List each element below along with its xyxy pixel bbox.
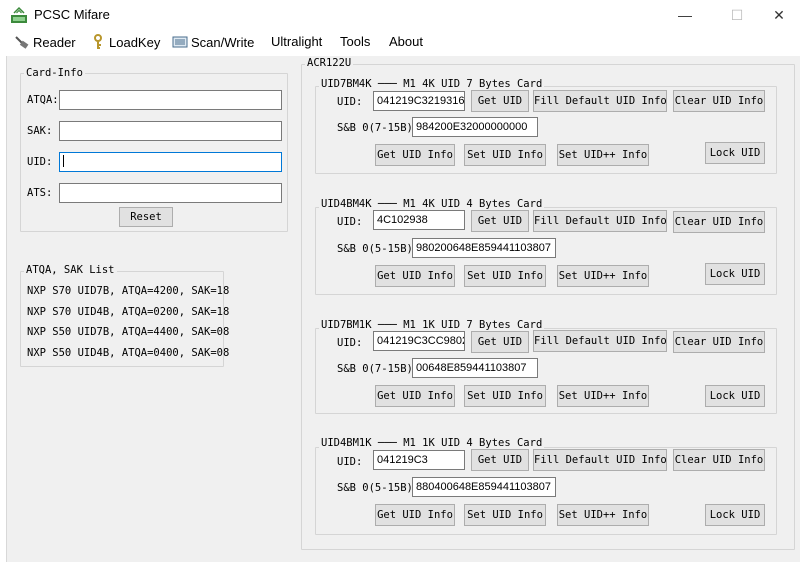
sb-input[interactable]: 880400648E859441103807 [412, 477, 556, 497]
atqa-label: ATQA: [27, 94, 59, 106]
get-uid-info-button[interactable]: Get UID Info [375, 385, 455, 407]
lock-uid-button[interactable]: Lock UID [705, 385, 765, 407]
uid-label: UID: [337, 456, 363, 468]
reader-title: ACR122U [305, 57, 354, 69]
uid7bm1k-title: UID7BM1K ─── M1 1K UID 7 Bytes Card [319, 319, 545, 331]
minimize-button[interactable]: — [662, 0, 708, 30]
uid-input[interactable]: 041219C3 [373, 450, 465, 470]
set-uid-plus-plus-info-button[interactable]: Set UID++ Info [557, 265, 649, 287]
scanner-icon [172, 36, 188, 48]
get-uid-info-button[interactable]: Get UID Info [375, 265, 455, 287]
menu-reader[interactable]: Reader [14, 34, 76, 50]
clear-uid-button[interactable]: Clear UID Info [673, 449, 765, 471]
set-uid-info-button[interactable]: Set UID Info [464, 144, 546, 166]
uid4bm1k-title: UID4BM1K ─── M1 1K UID 4 Bytes Card [319, 437, 545, 449]
menu-scan-write-label: Scan/Write [191, 35, 255, 50]
menu-about[interactable]: About [389, 34, 423, 49]
get-uid-button[interactable]: Get UID [471, 90, 529, 112]
clear-uid-button[interactable]: Clear UID Info [673, 211, 765, 233]
group-name: UID7BM4K [321, 78, 372, 90]
list-item: NXP S50 UID4B, ATQA=0400, SAK=08 [27, 347, 230, 359]
lock-uid-button[interactable]: Lock UID [705, 142, 765, 164]
uid-label: UID: [337, 96, 363, 108]
get-uid-info-button[interactable]: Get UID Info [375, 144, 455, 166]
sak-field[interactable] [59, 121, 282, 141]
sb-label: S&B 0(7-15B): [337, 122, 420, 134]
uid-label: UID: [27, 156, 53, 168]
menu-reader-label: Reader [33, 35, 76, 50]
fill-default-uid-button[interactable]: Fill Default UID Info [533, 330, 667, 352]
set-uid-plus-plus-info-button[interactable]: Set UID++ Info [557, 504, 649, 526]
uid-label: UID: [337, 337, 363, 349]
group-desc: M1 4K UID 7 Bytes Card [403, 78, 543, 90]
set-uid-plus-plus-info-button[interactable]: Set UID++ Info [557, 385, 649, 407]
list-item: NXP S50 UID7B, ATQA=4400, SAK=08 [27, 326, 230, 338]
list-item: NXP S70 UID7B, ATQA=4200, SAK=18 [27, 285, 230, 297]
menu-ultralight[interactable]: Ultralight [271, 34, 322, 49]
app-icon [11, 6, 27, 23]
sb-input[interactable]: 984200E32000000000 [412, 117, 538, 137]
lock-uid-button[interactable]: Lock UID [705, 263, 765, 285]
maximize-button[interactable]: ☐ [714, 0, 760, 30]
atqa-field[interactable] [59, 90, 282, 110]
set-uid-info-button[interactable]: Set UID Info [464, 385, 546, 407]
sb-input[interactable]: 980200648E859441103807 [412, 238, 556, 258]
group-desc: M1 1K UID 7 Bytes Card [403, 319, 543, 331]
get-uid-info-button[interactable]: Get UID Info [375, 504, 455, 526]
reader-icon [15, 36, 29, 49]
fill-default-uid-button[interactable]: Fill Default UID Info [533, 210, 667, 232]
uid-input[interactable]: 4C102938 [373, 210, 465, 230]
sak-label: SAK: [27, 125, 53, 137]
close-button[interactable]: ✕ [756, 0, 800, 30]
get-uid-button[interactable]: Get UID [471, 331, 529, 353]
uid-label: UID: [337, 216, 363, 228]
uid-input[interactable]: 041219C3219316 [373, 91, 465, 111]
text-caret [63, 155, 64, 167]
key-icon [94, 34, 102, 49]
window-title: PCSC Mifare [34, 7, 110, 22]
group-desc: M1 1K UID 4 Bytes Card [403, 437, 543, 449]
client-area: Card-Info ATQA: SAK: UID: ATS: Reset ATQ… [6, 56, 800, 562]
get-uid-button[interactable]: Get UID [471, 210, 529, 232]
group-desc: M1 4K UID 4 Bytes Card [403, 198, 543, 210]
uid-field[interactable] [59, 152, 282, 172]
list-item: NXP S70 UID4B, ATQA=0200, SAK=18 [27, 306, 230, 318]
group-name: UID7BM1K [321, 319, 372, 331]
uid4bm4k-title: UID4BM4K ─── M1 4K UID 4 Bytes Card [319, 198, 545, 210]
get-uid-button[interactable]: Get UID [471, 449, 529, 471]
uid7bm4k-title: UID7BM4K ─── M1 4K UID 7 Bytes Card [319, 78, 545, 90]
set-uid-info-button[interactable]: Set UID Info [464, 265, 546, 287]
set-uid-plus-plus-info-button[interactable]: Set UID++ Info [557, 144, 649, 166]
group-name: UID4BM1K [321, 437, 372, 449]
clear-uid-button[interactable]: Clear UID Info [673, 331, 765, 353]
ats-label: ATS: [27, 187, 53, 199]
uid-input[interactable]: 041219C3CC9802 [373, 331, 465, 351]
menu-loadkey-label: LoadKey [109, 35, 161, 50]
group-name: UID4BM4K [321, 198, 372, 210]
ats-field[interactable] [59, 183, 282, 203]
set-uid-info-button[interactable]: Set UID Info [464, 504, 546, 526]
sb-label: S&B 0(5-15B): [337, 243, 420, 255]
menu-bar: Reader LoadKey Scan/Write Ultralight Too… [0, 30, 800, 54]
title-bar: PCSC Mifare — ☐ ✕ [0, 0, 800, 30]
clear-uid-button[interactable]: Clear UID Info [673, 90, 765, 112]
sb-label: S&B 0(5-15B): [337, 482, 420, 494]
fill-default-uid-button[interactable]: Fill Default UID Info [533, 449, 667, 471]
menu-tools[interactable]: Tools [340, 34, 370, 49]
sb-input[interactable]: 00648E859441103807 [412, 358, 538, 378]
lock-uid-button[interactable]: Lock UID [705, 504, 765, 526]
menu-loadkey[interactable]: LoadKey [90, 34, 160, 50]
card-info-title: Card-Info [24, 67, 85, 79]
menu-scan-write[interactable]: Scan/Write [172, 34, 254, 50]
reset-button[interactable]: Reset [119, 207, 173, 227]
atqa-list-title: ATQA, SAK List [24, 264, 117, 276]
fill-default-uid-button[interactable]: Fill Default UID Info [533, 90, 667, 112]
sb-label: S&B 0(7-15B): [337, 363, 420, 375]
